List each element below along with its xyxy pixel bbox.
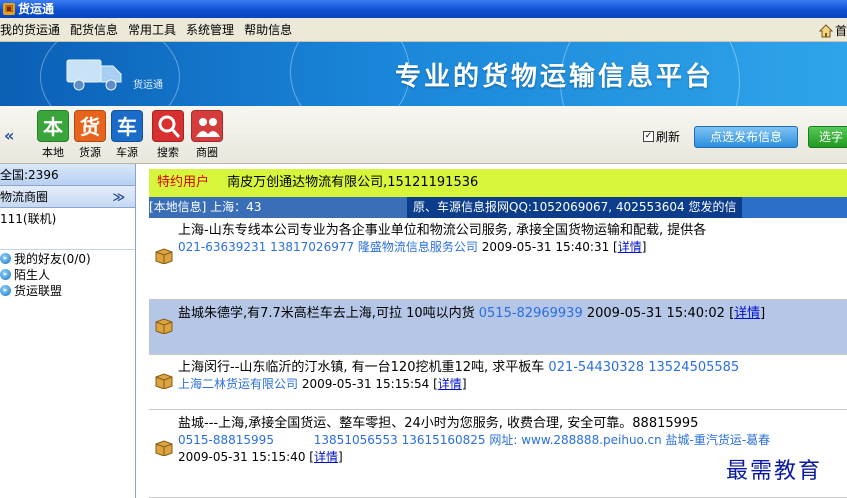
message-contact: 021-54430328 13524505585 <box>548 360 740 375</box>
local-button[interactable]: 本 本地 <box>35 110 71 160</box>
message-contact-extra: 13851056553 13615160825 网址: www.288888.p… <box>313 433 771 447</box>
list-item[interactable]: 上海闵行--山东临沂的汀水镇, 有一台120挖机重12吨, 求平板车 021-5… <box>149 355 847 410</box>
message-time: 2009-05-31 15:15:54 <box>301 377 430 391</box>
nationwide-total: 全国:2396 <box>0 164 135 186</box>
truck-logo-icon <box>66 59 122 91</box>
cargo-icon: 货 <box>74 110 106 142</box>
friend-group-icon: ▸ <box>0 285 11 296</box>
vehicle-label: 车源 <box>116 146 138 159</box>
window-title: 货运通 <box>18 2 55 16</box>
sidebar-item-friends[interactable]: ▸ 我的好友(0/0) <box>0 251 135 266</box>
menu-bar: 我的货运通 配货信息 常用工具 系统管理 帮助信息 首 <box>0 18 847 42</box>
sidebar-item-alliance[interactable]: ▸ 货运联盟 <box>0 283 135 298</box>
info-bar: [本地信息] 上海：43 原、车源信息报网QQ:1052069067, 40255… <box>149 197 847 218</box>
menu-tools[interactable]: 常用工具 <box>128 21 176 38</box>
local-info-count: [本地信息] 上海：43 <box>149 197 407 218</box>
special-user-tag: 特约用户 <box>157 175 210 190</box>
message-contact: 0515-82969939 <box>478 306 583 321</box>
home-icon <box>818 23 833 37</box>
menu-freight-info[interactable]: 配货信息 <box>70 21 118 38</box>
local-icon: 本 <box>37 110 69 142</box>
banner: 货运通 专业的货物运输信息平台 <box>0 42 847 106</box>
menu-help[interactable]: 帮助信息 <box>244 21 292 38</box>
special-user-banner[interactable]: 特约用户 南皮万创通达物流有限公司,15121191536 <box>149 169 847 197</box>
sidebar-item-strangers[interactable]: ▸ 陌生人 <box>0 267 135 282</box>
cargo-source-button[interactable]: 货 货源 <box>72 110 108 160</box>
collapse-sidebar-button[interactable]: « <box>4 126 14 145</box>
message-company: 上海二林货运有限公司 <box>178 377 299 391</box>
strangers-label: 陌生人 <box>14 268 51 282</box>
title-bar[interactable]: ▣ 货运通 <box>0 0 847 18</box>
message-text: 上海闵行--山东临沂的汀水镇, 有一台120挖机重12吨, 求平板车 <box>178 360 545 375</box>
watermark-text: 最需教育 <box>726 459 823 484</box>
sidebar: 全国:2396 物流商圈 ≫ 111(联机) ▸ 我的好友(0/0) ▸ 陌生人… <box>0 164 136 498</box>
package-icon <box>155 373 173 389</box>
refresh-toggle[interactable]: ✓ 刷新 <box>643 128 680 145</box>
message-time: 2009-05-31 15:40:02 <box>586 306 725 321</box>
refresh-label: 刷新 <box>656 130 681 144</box>
details-link[interactable]: 详情 <box>438 377 462 391</box>
friend-group-icon: ▸ <box>0 253 11 264</box>
people-icon <box>191 110 223 142</box>
package-icon <box>155 318 173 334</box>
font-select-button[interactable]: 选字 <box>808 126 847 148</box>
banner-decoration <box>290 42 410 106</box>
refresh-checkbox[interactable]: ✓ <box>643 131 654 142</box>
scrolling-notice: 原、车源信息报网QQ:1052069067, 402553604 您发的信 <box>407 197 743 218</box>
banner-slogan: 专业的货物运输信息平台 <box>395 62 715 92</box>
business-circle-button[interactable]: 商圈 <box>189 110 225 160</box>
package-icon <box>155 440 173 456</box>
chevron-down-icon[interactable]: ≫ <box>112 186 125 208</box>
search-icon <box>152 110 184 142</box>
cargo-label: 货源 <box>79 146 101 159</box>
search-button[interactable]: 搜索 <box>150 110 186 160</box>
vehicle-icon: 车 <box>111 110 143 142</box>
message-time: 2009-05-31 15:15:40 <box>178 450 306 464</box>
details-link[interactable]: 详情 <box>314 450 338 464</box>
main-panel: 特约用户 南皮万创通达物流有限公司,15121191536 [本地信息] 上海：… <box>141 164 847 498</box>
message-time: 2009-05-31 15:40:31 <box>481 240 610 254</box>
business-circle-label: 商圈 <box>196 146 218 159</box>
toolbar: « 本 本地 货 货源 车 车源 搜索 商圈 ✓ 刷新 点选发布信息 选字 <box>0 106 847 164</box>
app-icon: ▣ <box>3 3 15 15</box>
logistics-circle-header[interactable]: 物流商圈 ≫ <box>0 186 135 208</box>
menu-my-account[interactable]: 我的货运通 <box>0 21 60 38</box>
search-label: 搜索 <box>157 146 179 159</box>
details-link[interactable]: 详情 <box>734 306 760 321</box>
friend-group-icon: ▸ <box>0 269 11 280</box>
publish-info-button[interactable]: 点选发布信息 <box>694 126 798 148</box>
home-label: 首 <box>834 24 847 38</box>
list-item[interactable]: 盐城朱德学,有7.7米高栏车去上海,可拉 10吨以内货 0515-8296993… <box>149 300 847 355</box>
friends-label: 我的好友(0/0) <box>14 252 91 266</box>
package-icon <box>155 248 173 264</box>
vehicle-source-button[interactable]: 车 车源 <box>109 110 145 160</box>
message-contact: 0515-88815995 <box>178 433 274 447</box>
message-text: 上海-山东专线本公司专业为各企事业单位和物流公司服务, 承接全国货物运输和配载,… <box>178 223 707 238</box>
banner-logo-text: 货运通 <box>133 80 163 91</box>
details-link[interactable]: 详情 <box>618 240 642 254</box>
local-label: 本地 <box>42 146 64 159</box>
message-text: 盐城朱德学,有7.7米高栏车去上海,可拉 10吨以内货 <box>178 306 475 321</box>
message-text: 盐城---上海,承接全国货运、整车零担、24小时为您服务, 收费合理, 安全可靠… <box>178 416 699 431</box>
logistics-circle-title: 物流商圈 <box>0 190 49 204</box>
list-item[interactable]: 上海-山东专线本公司专业为各企事业单位和物流公司服务, 承接全国货物运输和配载,… <box>149 218 847 300</box>
message-contact: 021-63639231 13817026977 隆盛物流信息服务公司 <box>178 240 478 254</box>
home-link[interactable]: 首 <box>818 22 847 39</box>
online-user[interactable]: 111(联机) <box>0 208 135 250</box>
menu-system[interactable]: 系统管理 <box>186 21 234 38</box>
alliance-label: 货运联盟 <box>14 284 63 298</box>
special-user-text: 南皮万创通达物流有限公司,15121191536 <box>227 175 479 190</box>
app-window: ▣ 货运通 我的货运通 配货信息 常用工具 系统管理 帮助信息 首 货运通 专业… <box>0 0 847 498</box>
